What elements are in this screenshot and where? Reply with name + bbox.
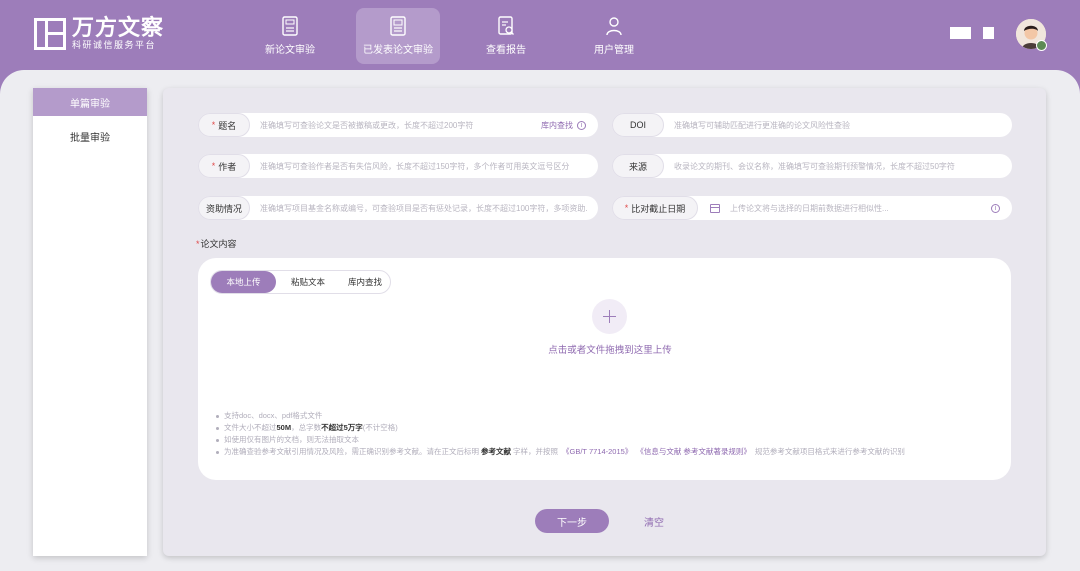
sidebar-item-label: 单篇审验 bbox=[70, 98, 110, 110]
paper-content-label: *论文内容 bbox=[196, 239, 237, 249]
calendar-icon[interactable] bbox=[710, 203, 720, 213]
funding-label: 资助情况 bbox=[198, 196, 250, 220]
author-field: * 作者 bbox=[198, 154, 598, 178]
main-nav: 新论文审验 已发表论文审验 查看报告 用户管理 bbox=[248, 8, 680, 64]
new-document-icon bbox=[282, 16, 298, 36]
source-input[interactable] bbox=[664, 161, 1012, 171]
report-search-icon bbox=[498, 16, 514, 35]
title-library-search-link[interactable]: 库内查找 bbox=[541, 120, 573, 131]
sidebar: 单篇审验 批量审验 bbox=[33, 88, 147, 556]
nav-user-management[interactable]: 用户管理 bbox=[572, 8, 656, 64]
info-icon[interactable]: i bbox=[577, 120, 586, 130]
author-input[interactable] bbox=[250, 161, 598, 171]
info-icon[interactable]: i bbox=[991, 203, 1000, 213]
nav-label: 用户管理 bbox=[594, 45, 634, 56]
plus-icon[interactable] bbox=[592, 299, 627, 334]
source-label: 来源 bbox=[612, 154, 664, 178]
note-item: 支持doc、docx、pdf格式文件 bbox=[216, 410, 905, 422]
status-badge bbox=[1036, 40, 1047, 51]
funding-field: 资助情况 bbox=[198, 196, 598, 220]
nav-new-paper-check[interactable]: 新论文审验 bbox=[248, 8, 332, 64]
doi-label: DOI bbox=[612, 113, 664, 137]
title-field: *题名 库内查找 i bbox=[198, 113, 598, 137]
sidebar-item-label: 批量审验 bbox=[70, 132, 110, 144]
top-header: 万方文察 科研诚信服务平台 新论文审验 已发表论文审验 查看报告 用户管理 bbox=[0, 0, 1080, 78]
title-input[interactable] bbox=[250, 120, 541, 130]
nav-label: 已发表论文审验 bbox=[363, 45, 433, 56]
funding-input[interactable] bbox=[250, 203, 598, 213]
note-item: 如使用仅有图片的文档，则无法抽取文本 bbox=[216, 434, 905, 446]
user-name-placeholder[interactable] bbox=[950, 27, 994, 39]
note-item: 为准确查验参考文献引用情况及风险，需正确识别参考文献。请在正文后标明 参考文献 字样… bbox=[216, 446, 905, 458]
logo-mark-icon bbox=[34, 17, 66, 50]
logo-subtitle: 科研诚信服务平台 bbox=[72, 40, 157, 50]
nav-label: 查看报告 bbox=[486, 45, 526, 56]
tab-paste-text[interactable]: 粘贴文本 bbox=[276, 271, 340, 293]
tab-local-upload[interactable]: 本地上传 bbox=[211, 271, 276, 293]
user-icon bbox=[606, 17, 622, 36]
tab-library-search[interactable]: 库内查找 bbox=[340, 271, 390, 293]
nav-published-paper-check[interactable]: 已发表论文审验 bbox=[356, 8, 440, 64]
logo[interactable]: 万方文察 科研诚信服务平台 bbox=[34, 16, 164, 51]
published-document-icon bbox=[390, 16, 406, 36]
doi-field: DOI bbox=[612, 113, 1012, 137]
cutoff-date-input[interactable] bbox=[720, 203, 991, 213]
cutoff-date-field: *比对截止日期 i bbox=[612, 196, 1012, 220]
nav-view-report[interactable]: 查看报告 bbox=[464, 8, 548, 64]
note-item: 文件大小不超过 50M ，总字数 不超过5万字 (不计空格) bbox=[216, 422, 905, 434]
sidebar-item-batch-check[interactable]: 批量审验 bbox=[33, 122, 147, 150]
next-step-button[interactable]: 下一步 bbox=[535, 509, 609, 533]
cutoff-date-label: * 比对截止日期 bbox=[612, 196, 698, 220]
author-label: * 作者 bbox=[198, 154, 250, 178]
upload-notes: 支持doc、docx、pdf格式文件 文件大小不超过 50M ，总字数 不超过5万字(… bbox=[216, 410, 905, 458]
logo-title: 万方文察 bbox=[72, 15, 165, 40]
title-label: * 题名 bbox=[198, 113, 250, 137]
nav-label: 新论文审验 bbox=[265, 45, 315, 56]
upload-hint[interactable]: 点击或者文件拖拽到这里上传 bbox=[510, 342, 710, 356]
source-field: 来源 bbox=[612, 154, 1012, 178]
clear-button[interactable]: 清空 bbox=[644, 514, 664, 529]
doi-input[interactable] bbox=[664, 120, 1012, 130]
sidebar-item-single-check[interactable]: 单篇审验 bbox=[33, 88, 147, 116]
upload-mode-tabs: 本地上传 粘贴文本 库内查找 bbox=[210, 270, 391, 294]
